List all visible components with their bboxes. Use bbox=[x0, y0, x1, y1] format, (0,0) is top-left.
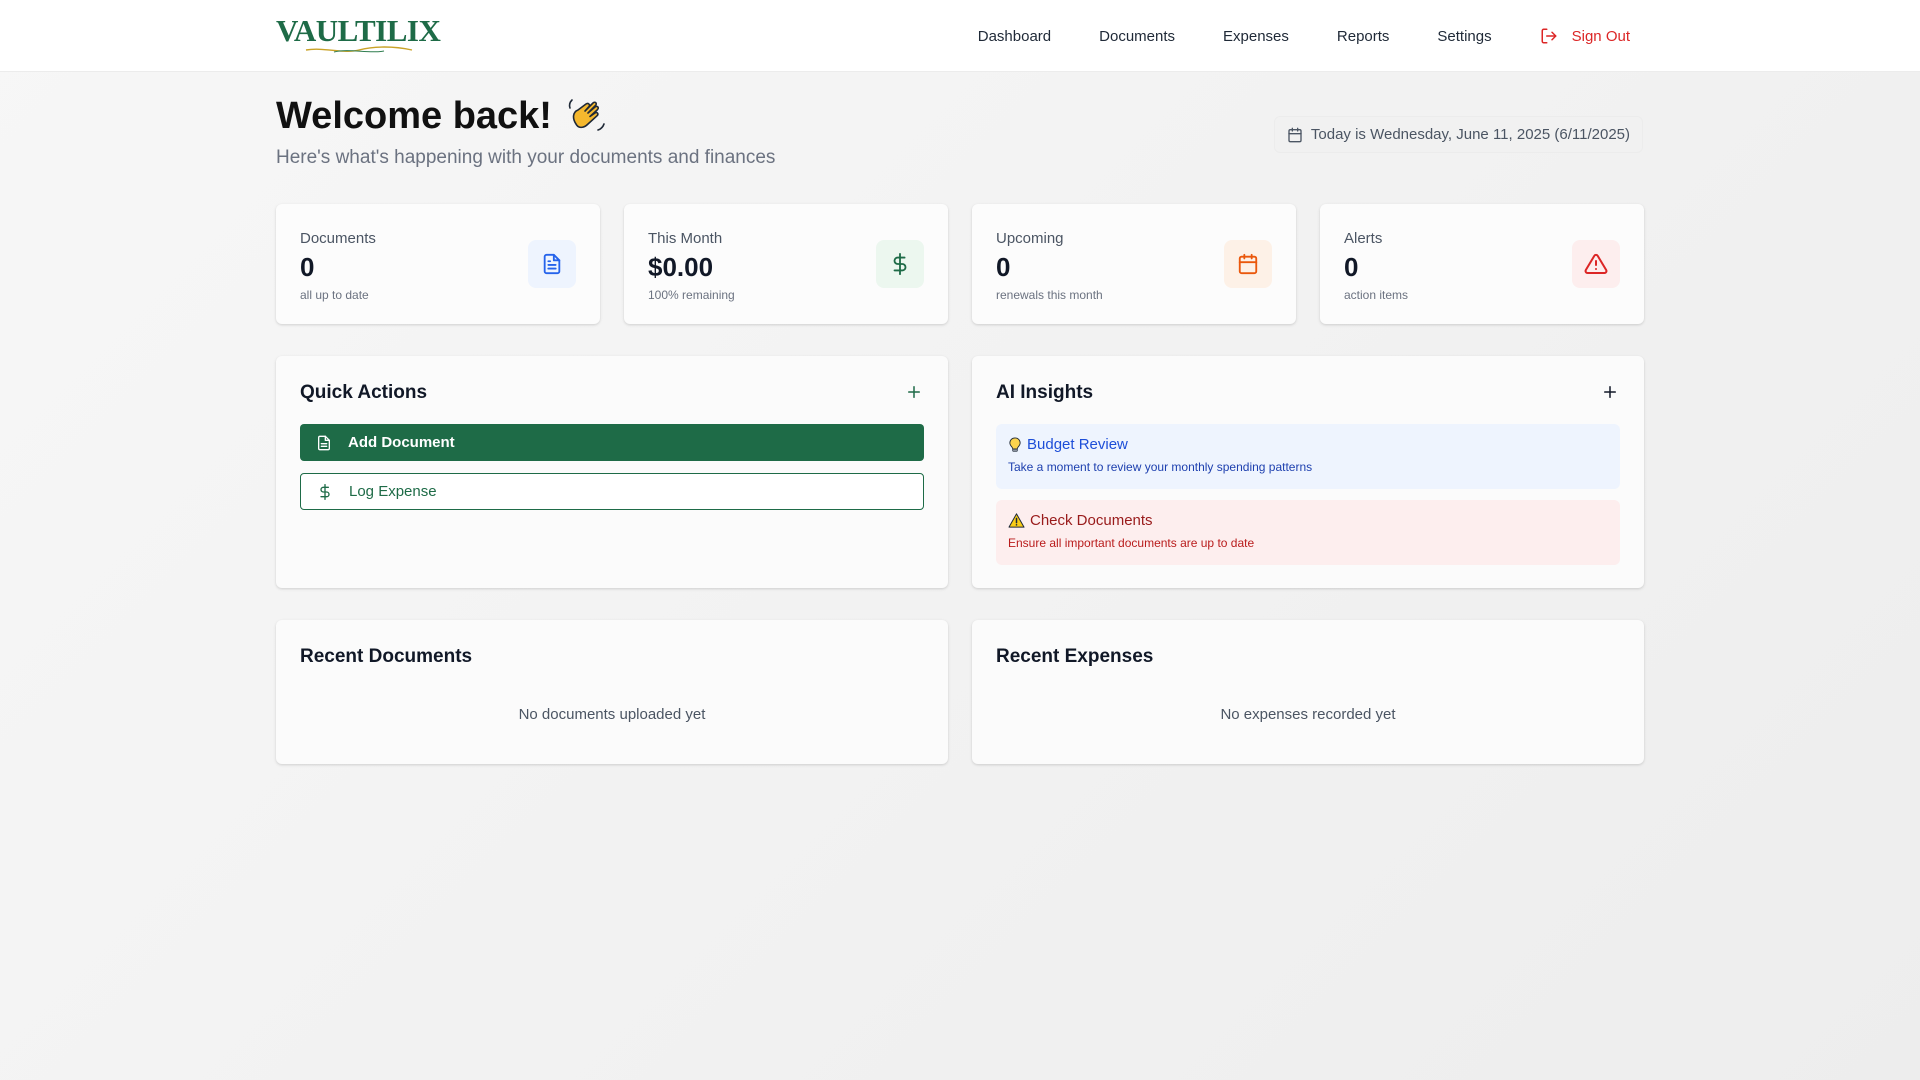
stat-note: 100% remaining bbox=[648, 288, 735, 302]
stat-value: 0 bbox=[996, 252, 1011, 282]
nav-dashboard[interactable]: Dashboard bbox=[954, 0, 1075, 72]
logout-icon bbox=[1540, 27, 1558, 45]
alert-triangle-icon bbox=[1572, 240, 1620, 288]
stat-card-this-month: This Month $0.00 100% remaining bbox=[624, 204, 948, 324]
sign-out-label: Sign Out bbox=[1571, 27, 1630, 45]
stat-value: $0.00 bbox=[648, 252, 714, 282]
recent-expenses-title: Recent Expenses bbox=[996, 646, 1154, 667]
log-expense-button[interactable]: Log Expense bbox=[300, 473, 924, 510]
top-navigation-bar: VAULTILIX Dashboard Documents Expenses R… bbox=[0, 0, 1920, 72]
stat-card-documents: Documents 0 all up to date bbox=[276, 204, 600, 324]
stat-label: Documents bbox=[300, 230, 376, 247]
page-subtitle: Here's what's happening with your docume… bbox=[276, 147, 776, 168]
recent-documents-panel: Recent Documents No documents uploaded y… bbox=[276, 620, 948, 764]
brand-logo[interactable]: VAULTILIX bbox=[276, 13, 441, 54]
main-nav: Dashboard Documents Expenses Reports Set… bbox=[954, 0, 1630, 72]
add-document-label: Add Document bbox=[348, 434, 455, 451]
nav-settings[interactable]: Settings bbox=[1413, 0, 1515, 72]
insight-body: Take a moment to review your monthly spe… bbox=[1008, 460, 1313, 474]
stat-card-upcoming: Upcoming 0 renewals this month bbox=[972, 204, 1296, 324]
insight-title: Budget Review bbox=[1027, 436, 1128, 453]
dollar-icon bbox=[320, 483, 330, 500]
waving-hand-icon bbox=[568, 99, 605, 131]
ai-insights-title: AI Insights bbox=[996, 382, 1094, 403]
document-icon bbox=[528, 240, 576, 288]
nav-expenses[interactable]: Expenses bbox=[1199, 0, 1313, 72]
brand-name: VAULTILIX bbox=[276, 13, 441, 48]
insight-title: Check Documents bbox=[1030, 512, 1153, 529]
stat-value: 0 bbox=[300, 252, 315, 282]
nav-documents[interactable]: Documents bbox=[1075, 0, 1199, 72]
plus-icon[interactable] bbox=[1600, 382, 1620, 402]
stat-label: Alerts bbox=[1344, 230, 1383, 247]
quick-actions-title: Quick Actions bbox=[300, 382, 428, 403]
add-document-button[interactable]: Add Document bbox=[300, 424, 924, 461]
stat-note: renewals this month bbox=[996, 288, 1103, 302]
lightbulb-icon bbox=[1009, 436, 1021, 452]
date-text: Today is Wednesday, June 11, 2025 (6/11/… bbox=[1310, 126, 1630, 143]
warning-icon bbox=[1008, 513, 1025, 528]
date-badge: Today is Wednesday, June 11, 2025 (6/11/… bbox=[1273, 116, 1643, 153]
stat-note: all up to date bbox=[300, 288, 369, 302]
quick-actions-panel: Quick Actions Add Document Log Expense bbox=[276, 356, 948, 588]
insight-body: Ensure all important documents are up to… bbox=[1008, 536, 1255, 550]
recent-expenses-empty: No expenses recorded yet bbox=[1220, 706, 1396, 723]
ai-insights-panel: AI Insights Budget Review Take a moment … bbox=[972, 356, 1644, 588]
insight-budget-review[interactable]: Budget Review Take a moment to review yo… bbox=[996, 424, 1620, 489]
stat-note: action items bbox=[1344, 288, 1409, 302]
calendar-icon bbox=[1224, 240, 1272, 288]
insight-check-documents[interactable]: Check Documents Ensure all important doc… bbox=[996, 500, 1620, 565]
stat-card-alerts: Alerts 0 action items bbox=[1320, 204, 1644, 324]
stat-label: Upcoming bbox=[996, 230, 1064, 247]
calendar-icon bbox=[1288, 127, 1302, 142]
recent-documents-empty: No documents uploaded yet bbox=[518, 706, 706, 723]
page-title: Welcome back! bbox=[276, 92, 608, 140]
sign-out-button[interactable]: Sign Out bbox=[1516, 0, 1630, 72]
plus-icon[interactable] bbox=[904, 382, 924, 402]
logo-swash-icon bbox=[305, 46, 413, 53]
stat-value: 0 bbox=[1344, 252, 1359, 282]
welcome-heading: Welcome back! bbox=[276, 95, 552, 137]
log-expense-label: Log Expense bbox=[349, 483, 437, 500]
recent-documents-title: Recent Documents bbox=[300, 646, 473, 667]
stat-label: This Month bbox=[648, 230, 723, 247]
document-icon bbox=[318, 435, 330, 450]
recent-expenses-panel: Recent Expenses No expenses recorded yet bbox=[972, 620, 1644, 764]
dollar-icon bbox=[876, 240, 924, 288]
nav-reports[interactable]: Reports bbox=[1313, 0, 1414, 72]
